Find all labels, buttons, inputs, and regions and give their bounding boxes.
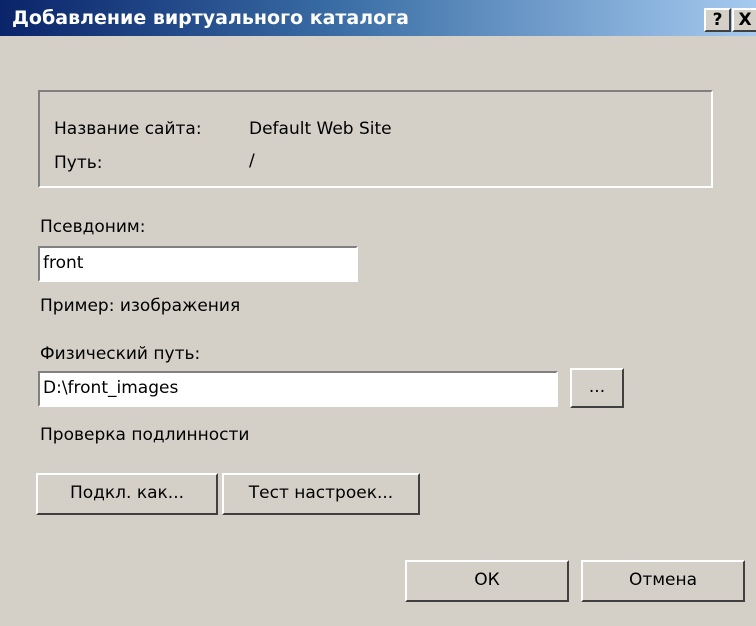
alias-example-text: Пример: изображения — [40, 296, 241, 316]
test-settings-button[interactable]: Тест настроек... — [222, 473, 420, 515]
auth-label: Проверка подлинности — [40, 425, 250, 445]
connect-as-button[interactable]: Подкл. как... — [36, 473, 218, 515]
physical-path-label: Физический путь: — [40, 344, 201, 364]
browse-button[interactable]: ... — [570, 368, 624, 408]
path-label: Путь: — [54, 153, 103, 173]
physical-path-input[interactable]: D:\front_images — [38, 371, 558, 407]
site-name-value: Default Web Site — [249, 119, 392, 139]
title-bar[interactable]: Добавление виртуального каталога ? X — [0, 0, 756, 36]
window-title: Добавление виртуального каталога — [12, 7, 409, 29]
ok-button[interactable]: ОК — [405, 560, 569, 602]
alias-input[interactable]: front — [38, 246, 358, 282]
alias-label: Псевдоним: — [40, 217, 146, 237]
cancel-button[interactable]: Отмена — [581, 560, 745, 602]
site-name-label: Название сайта: — [54, 119, 202, 139]
site-info-group — [38, 90, 713, 188]
help-button[interactable]: ? — [704, 8, 731, 32]
path-value: / — [249, 151, 255, 171]
add-virtual-directory-dialog: Добавление виртуального каталога ? X Наз… — [0, 0, 756, 626]
close-button[interactable]: X — [732, 8, 756, 32]
